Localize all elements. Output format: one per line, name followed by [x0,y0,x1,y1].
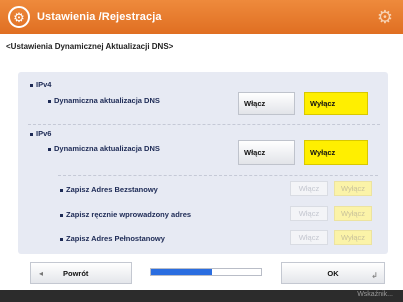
bullet-icon [60,188,63,192]
manual-on-button: Włącz [290,206,328,221]
bullet-icon [30,83,33,87]
section-subtitle: <Ustawienia Dynamicznej Aktualizacji DNS… [6,42,174,51]
manual-off-button: Wyłącz [334,206,372,221]
ipv6-off-button[interactable]: Wyłącz [304,140,368,165]
bullet-icon [48,99,51,103]
stateless-address-text: Zapisz Adres Bezstanowy [66,185,158,194]
ipv6-on-button[interactable]: Włącz [238,140,295,165]
bullet-icon [60,213,63,217]
stateful-off-button: Wyłącz [334,230,372,245]
ipv4-label-text: IPv4 [36,80,52,89]
stateless-on-button: Włącz [290,181,328,196]
manual-address-label: Zapisz ręcznie wprowadzony adres [60,210,191,219]
ipv6-label-text: IPv6 [36,129,52,138]
ipv6-dns-update-text: Dynamiczna aktualizacja DNS [54,144,160,153]
ipv6-dns-update-label: Dynamiczna aktualizacja DNS [48,144,160,153]
stateless-address-label: Zapisz Adres Bezstanowy [60,185,158,194]
ipv4-on-button[interactable]: Włącz [238,92,295,115]
progress-bar [150,268,262,276]
ipv4-dns-update-label: Dynamiczna aktualizacja DNS [48,96,160,105]
ipv4-dns-update-text: Dynamiczna aktualizacja DNS [54,96,160,105]
gear-icon[interactable]: ⚙ [375,7,395,27]
bullet-icon [30,132,33,136]
bullet-icon [48,147,51,151]
settings-register-icon: ⚙ [8,6,30,28]
progress-fill [151,269,212,275]
manual-address-text: Zapisz ręcznie wprowadzony adres [66,210,192,219]
subsection-divider [58,175,378,176]
status-text[interactable]: Wskaźnik... [357,291,393,298]
back-arrow-icon: ◂ [39,268,44,278]
status-bar: Wskaźnik... [0,290,403,302]
stateless-off-button: Wyłącz [334,181,372,196]
section-ipv6-label: IPv6 [30,129,51,138]
ok-button[interactable]: OK ↲ [281,262,385,284]
stateful-address-text: Zapisz Adres Pełnostanowy [66,234,165,243]
bullet-icon [60,237,63,241]
back-button-label: Powrót [63,268,89,278]
stateful-address-label: Zapisz Adres Pełnostanowy [60,234,165,243]
ipv4-off-button[interactable]: Wyłącz [304,92,368,115]
ok-button-label: OK [327,268,339,278]
back-button[interactable]: ◂ Powrót [30,262,132,284]
page-title: Ustawienia /Rejestracja [37,11,162,23]
title-bar: ⚙ Ustawienia /Rejestracja ⚙ [0,0,403,34]
stateful-on-button: Włącz [290,230,328,245]
section-ipv4-label: IPv4 [30,80,51,89]
section-divider [28,124,380,125]
corner-arrow-icon: ↲ [371,271,378,280]
